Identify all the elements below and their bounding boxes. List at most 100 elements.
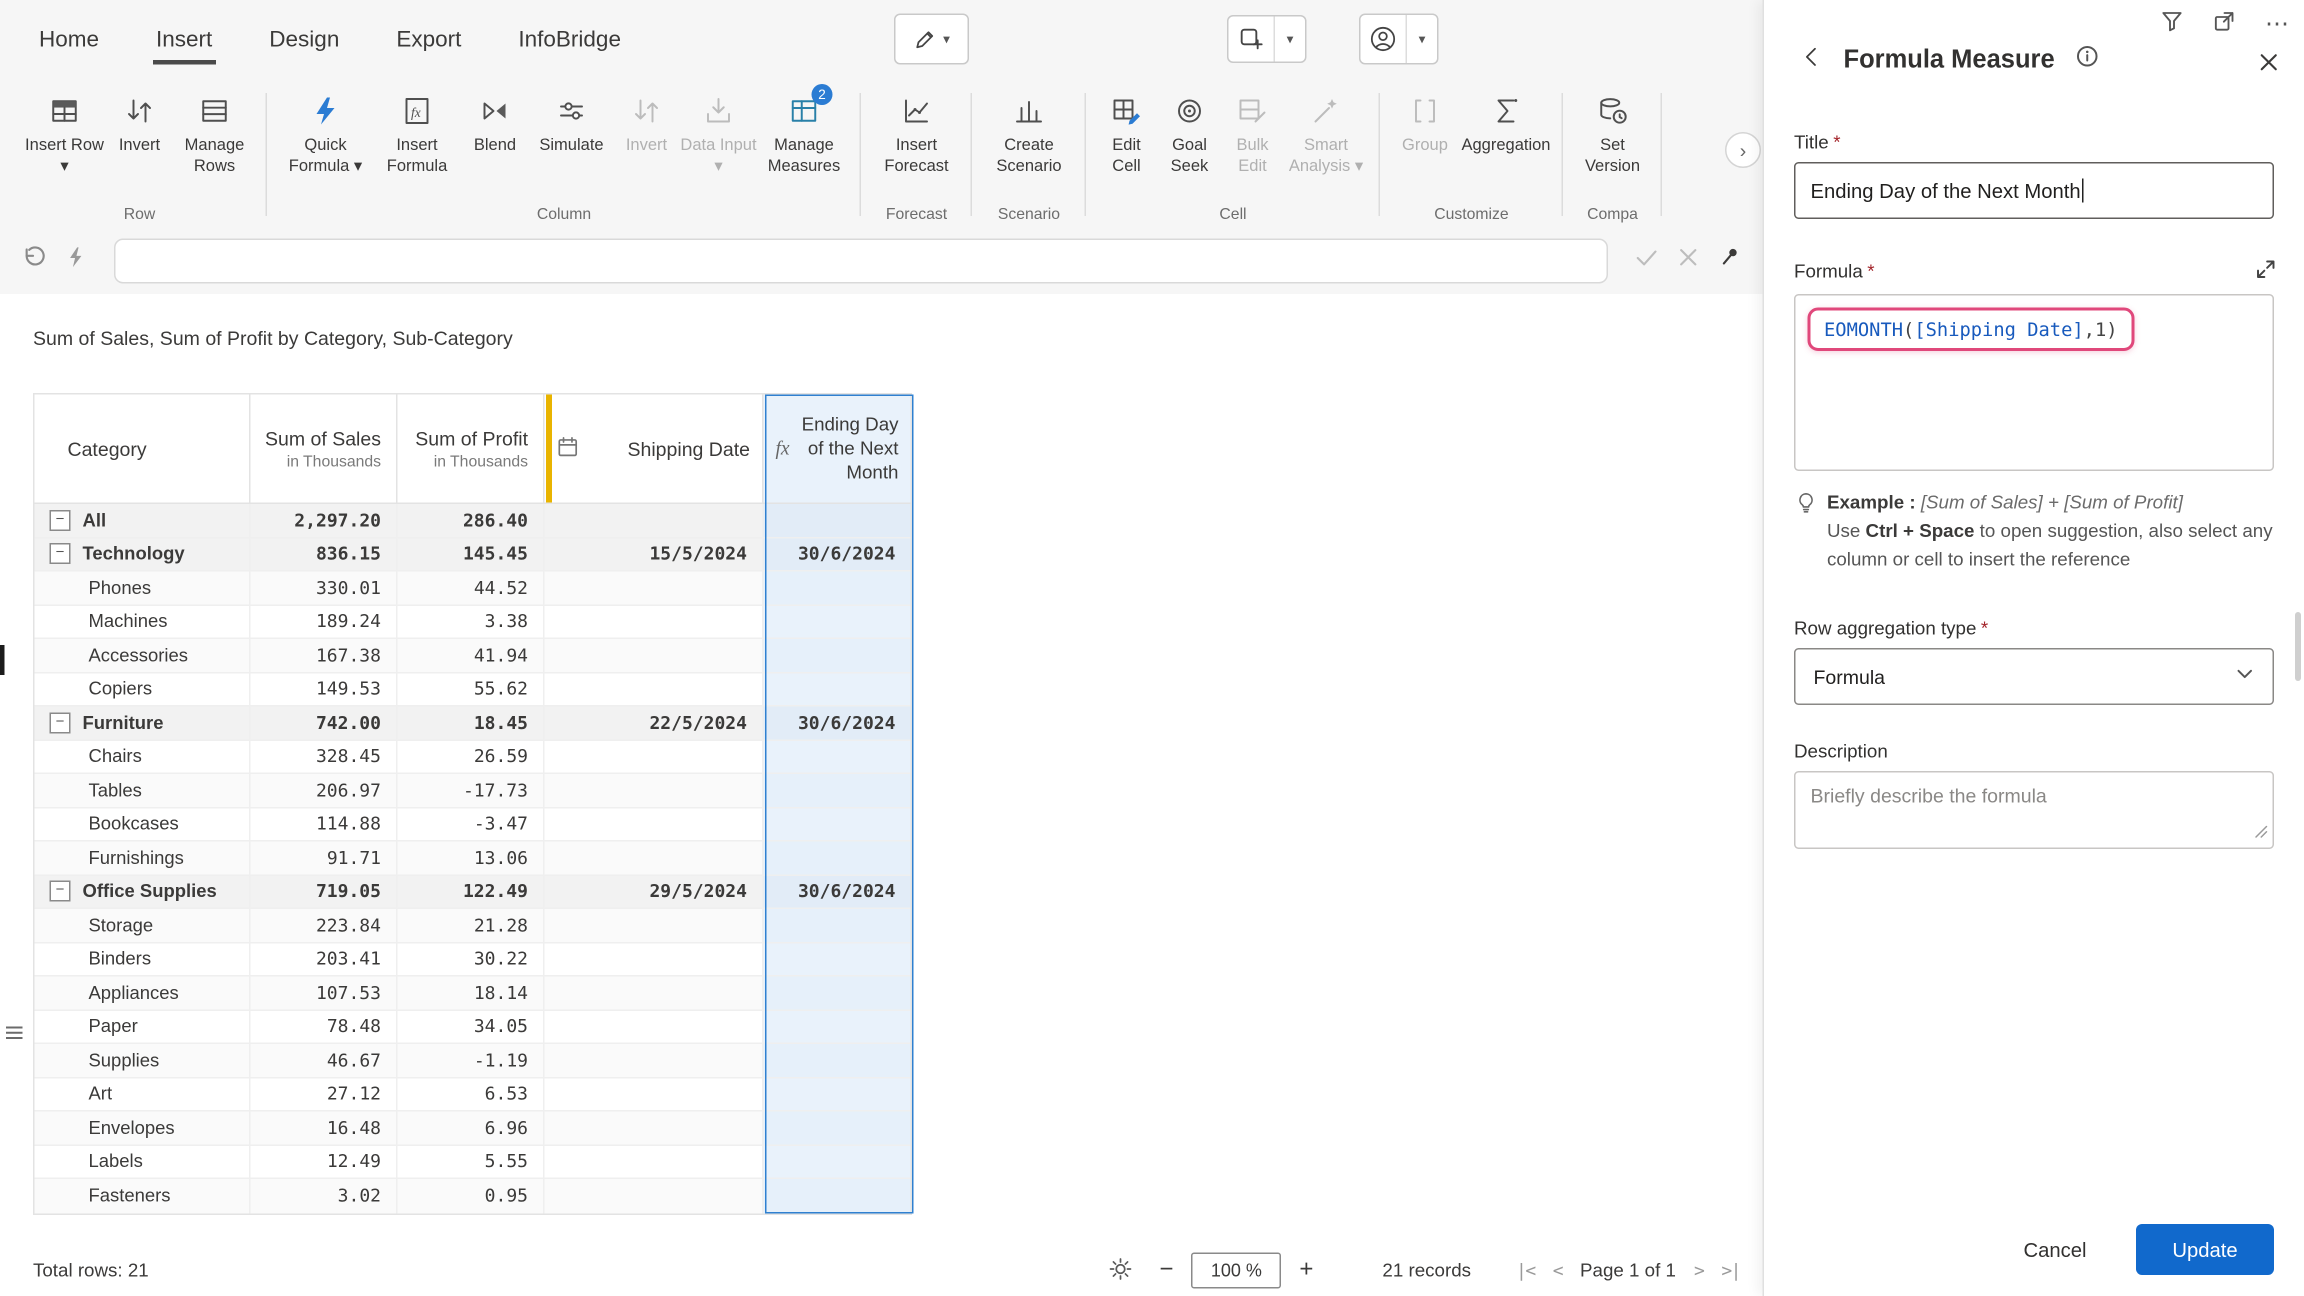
shipping-date-cell[interactable] bbox=[545, 1010, 764, 1043]
ending-day-cell[interactable] bbox=[763, 942, 911, 975]
header-sum-of-profit[interactable]: Sum of Profit in Thousands bbox=[398, 394, 545, 503]
profit-cell[interactable]: 18.45 bbox=[398, 706, 545, 739]
cancel-icon[interactable] bbox=[1676, 245, 1702, 278]
more-options-icon[interactable]: ⋯ bbox=[2265, 12, 2289, 37]
annotation-button[interactable]: ▾ bbox=[1227, 15, 1307, 63]
annotation-dropdown[interactable]: ▾ bbox=[1273, 16, 1306, 62]
sales-cell[interactable]: 3.02 bbox=[251, 1179, 398, 1213]
ending-day-cell[interactable]: 30/6/2024 bbox=[763, 875, 911, 908]
first-page-icon[interactable]: |< bbox=[1516, 1260, 1536, 1281]
category-cell[interactable]: Storage bbox=[35, 909, 251, 942]
table-row[interactable]: Binders 203.41 30.22 bbox=[34, 942, 911, 977]
filter-icon[interactable] bbox=[2160, 9, 2184, 41]
category-cell[interactable]: − All bbox=[35, 504, 251, 537]
shipping-date-cell[interactable] bbox=[545, 807, 764, 840]
profit-cell[interactable]: 41.94 bbox=[398, 639, 545, 672]
table-row[interactable]: Chairs 328.45 26.59 bbox=[34, 740, 911, 774]
expand-formula-icon[interactable] bbox=[2255, 258, 2278, 288]
table-row[interactable]: Paper 78.48 34.05 bbox=[34, 1010, 911, 1044]
category-cell[interactable]: Envelopes bbox=[35, 1111, 251, 1144]
ending-day-cell[interactable] bbox=[763, 807, 911, 840]
category-cell[interactable]: Tables bbox=[35, 774, 251, 807]
settings-gear-icon[interactable] bbox=[1108, 1256, 1132, 1285]
ribbon-item-group[interactable]: Group bbox=[1391, 87, 1460, 157]
sales-cell[interactable]: 328.45 bbox=[251, 740, 398, 773]
table-row[interactable]: Appliances 107.53 18.14 bbox=[34, 976, 911, 1011]
ending-day-cell[interactable] bbox=[763, 841, 911, 874]
shipping-date-cell[interactable] bbox=[545, 1077, 764, 1110]
shipping-date-cell[interactable] bbox=[545, 1179, 764, 1213]
ribbon-item-manage-measures[interactable]: 2 Manage Measures bbox=[758, 84, 851, 178]
header-sum-of-sales[interactable]: Sum of Sales in Thousands bbox=[251, 394, 398, 503]
category-cell[interactable]: Furnishings bbox=[35, 841, 251, 874]
sales-cell[interactable]: 836.15 bbox=[251, 537, 398, 570]
tab-insert[interactable]: Insert bbox=[153, 26, 215, 64]
shipping-date-cell[interactable] bbox=[545, 672, 764, 705]
header-shipping-date[interactable]: Shipping Date bbox=[545, 394, 764, 503]
quick-action-icon[interactable] bbox=[63, 245, 89, 278]
profit-cell[interactable]: 0.95 bbox=[398, 1179, 545, 1213]
shipping-date-cell[interactable] bbox=[545, 942, 764, 975]
sales-cell[interactable]: 167.38 bbox=[251, 639, 398, 672]
table-row[interactable]: Accessories 167.38 41.94 bbox=[34, 639, 911, 673]
ending-day-cell[interactable] bbox=[763, 672, 911, 705]
ending-day-cell[interactable] bbox=[763, 571, 911, 604]
category-cell[interactable]: − Technology bbox=[35, 537, 251, 570]
zoom-out-button[interactable]: − bbox=[1159, 1257, 1173, 1284]
panel-scrollbar[interactable] bbox=[2295, 612, 2301, 681]
category-cell[interactable]: − Office Supplies bbox=[35, 875, 251, 908]
sales-cell[interactable]: 27.12 bbox=[251, 1077, 398, 1110]
profit-cell[interactable]: 44.52 bbox=[398, 571, 545, 604]
category-cell[interactable]: Bookcases bbox=[35, 807, 251, 840]
ribbon-item-simulate[interactable]: Simulate bbox=[530, 87, 614, 157]
profit-cell[interactable]: -17.73 bbox=[398, 774, 545, 807]
ribbon-item-aggregation[interactable]: Aggregation bbox=[1460, 87, 1553, 157]
profit-cell[interactable]: 26.59 bbox=[398, 740, 545, 773]
table-row[interactable]: − Furniture 742.00 18.45 22/5/2024 30/6/2024 bbox=[34, 706, 911, 741]
category-cell[interactable]: Binders bbox=[35, 942, 251, 975]
ribbon-expand-button[interactable]: › bbox=[1725, 132, 1761, 168]
category-cell[interactable]: Paper bbox=[35, 1010, 251, 1043]
ending-day-cell[interactable] bbox=[763, 976, 911, 1009]
sales-cell[interactable]: 203.41 bbox=[251, 942, 398, 975]
table-row[interactable]: − Office Supplies 719.05 122.49 29/5/2024 30/… bbox=[34, 875, 911, 909]
sales-cell[interactable]: 206.97 bbox=[251, 774, 398, 807]
ending-day-cell[interactable] bbox=[763, 1010, 911, 1043]
header-category[interactable]: Category bbox=[35, 394, 251, 503]
category-cell[interactable]: Supplies bbox=[35, 1044, 251, 1077]
sales-cell[interactable]: 46.67 bbox=[251, 1044, 398, 1077]
profit-cell[interactable]: 3.38 bbox=[398, 605, 545, 638]
ribbon-item-invert-column[interactable]: Invert bbox=[614, 87, 680, 157]
table-row[interactable]: Envelopes 16.48 6.96 bbox=[34, 1111, 911, 1146]
profit-cell[interactable]: -3.47 bbox=[398, 807, 545, 840]
tab-export[interactable]: Export bbox=[396, 26, 461, 52]
collapse-icon[interactable]: − bbox=[49, 712, 71, 734]
sales-cell[interactable]: 114.88 bbox=[251, 807, 398, 840]
ending-day-cell[interactable] bbox=[763, 639, 911, 672]
ribbon-item-goal-seek[interactable]: Goal Seek bbox=[1157, 87, 1223, 178]
confirm-icon[interactable] bbox=[1634, 245, 1660, 278]
drag-grip-icon[interactable] bbox=[5, 1023, 25, 1050]
ribbon-item-set-version[interactable]: Set Version bbox=[1574, 87, 1652, 178]
formula-input[interactable] bbox=[114, 238, 1608, 284]
shipping-date-cell[interactable] bbox=[545, 1145, 764, 1178]
ribbon-item-invert-row[interactable]: Invert bbox=[107, 87, 173, 157]
ribbon-item-insert-formula[interactable]: fx Insert Formula bbox=[374, 87, 461, 178]
formula-expression[interactable]: EOMONTH([Shipping Date],1) bbox=[1807, 307, 2135, 351]
ribbon-item-insert-forecast[interactable]: Insert Forecast bbox=[872, 87, 962, 178]
ending-day-cell[interactable] bbox=[763, 605, 911, 638]
category-cell[interactable]: Labels bbox=[35, 1145, 251, 1178]
ending-day-cell[interactable]: 30/6/2024 bbox=[763, 537, 911, 570]
header-ending-day[interactable]: fx Ending Day of the Next Month bbox=[763, 394, 911, 503]
category-cell[interactable]: Phones bbox=[35, 571, 251, 604]
shipping-date-cell[interactable]: 15/5/2024 bbox=[545, 537, 764, 570]
title-input[interactable]: Ending Day of the Next Month bbox=[1794, 162, 2274, 219]
sales-cell[interactable]: 149.53 bbox=[251, 672, 398, 705]
table-row[interactable]: Tables 206.97 -17.73 bbox=[34, 774, 911, 808]
sales-cell[interactable]: 189.24 bbox=[251, 605, 398, 638]
ending-day-cell[interactable]: 30/6/2024 bbox=[763, 706, 911, 739]
sales-cell[interactable]: 742.00 bbox=[251, 706, 398, 739]
zoom-in-button[interactable]: + bbox=[1299, 1257, 1313, 1284]
category-cell[interactable]: Appliances bbox=[35, 976, 251, 1009]
profit-cell[interactable]: 122.49 bbox=[398, 875, 545, 908]
